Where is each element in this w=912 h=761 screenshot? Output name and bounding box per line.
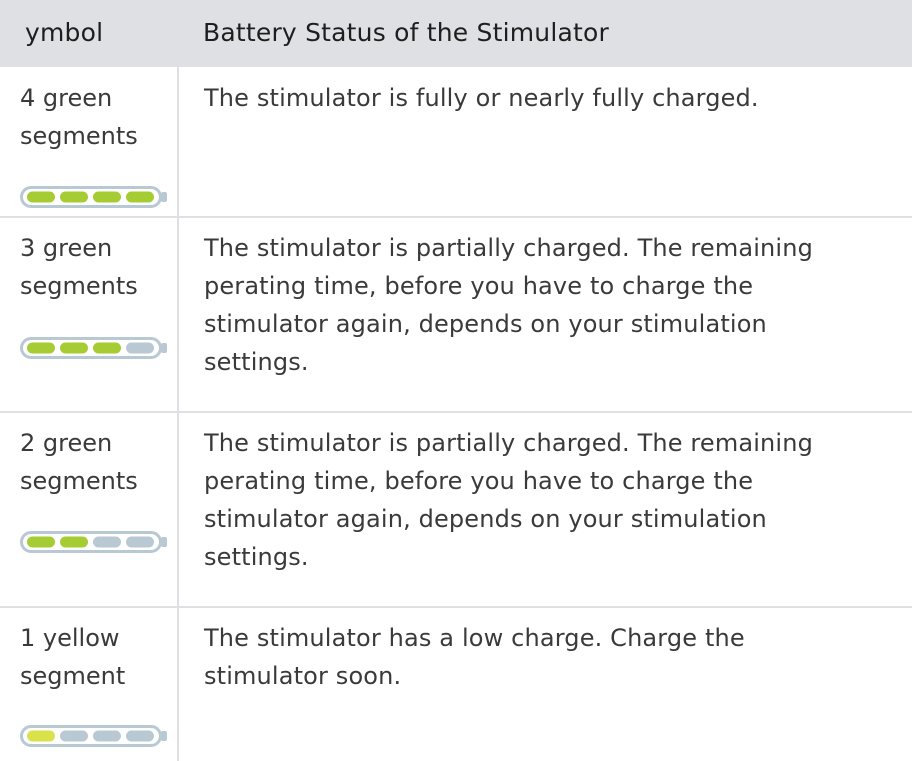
status-description: The stimulator is fully or nearly fully … bbox=[204, 84, 759, 112]
battery-segment-yellow bbox=[27, 730, 55, 742]
status-description: The stimulator is partially charged. The… bbox=[204, 234, 813, 376]
battery-terminal bbox=[161, 731, 167, 741]
battery-segment-green bbox=[126, 191, 154, 203]
battery-status-table: ymbol Battery Status of the Stimulator 4… bbox=[0, 0, 912, 761]
table-row: 1 yellow segment The stimulator has a lo… bbox=[0, 607, 912, 761]
battery-segment-green bbox=[27, 342, 55, 354]
battery-segment-green bbox=[60, 191, 88, 203]
header-battery-status: Battery Status of the Stimulator bbox=[203, 18, 609, 47]
battery-3-green-icon bbox=[20, 337, 167, 359]
battery-segment-empty bbox=[60, 730, 88, 742]
table-row: 3 green segments The stimulator is parti… bbox=[0, 217, 912, 412]
battery-terminal bbox=[161, 192, 167, 202]
header-symbol: ymbol bbox=[25, 18, 104, 47]
symbol-label: 1 yellow segment bbox=[20, 624, 126, 690]
battery-terminal bbox=[161, 343, 167, 353]
symbol-label: 4 green segments bbox=[20, 84, 138, 150]
symbol-label: 3 green segments bbox=[20, 234, 138, 300]
status-description: The stimulator is partially charged. The… bbox=[204, 429, 813, 571]
battery-segment-green bbox=[93, 191, 121, 203]
battery-segment-empty bbox=[126, 536, 154, 548]
battery-segment-green bbox=[60, 536, 88, 548]
status-description: The stimulator has a low charge. Charge … bbox=[204, 624, 745, 690]
battery-2-green-icon bbox=[20, 531, 167, 553]
symbol-label: 2 green segments bbox=[20, 429, 138, 495]
battery-terminal bbox=[161, 537, 167, 547]
battery-segment-green bbox=[27, 536, 55, 548]
battery-1-yellow-icon bbox=[20, 725, 167, 747]
battery-4-green-icon bbox=[20, 186, 167, 208]
table-header: ymbol Battery Status of the Stimulator bbox=[0, 0, 912, 67]
battery-segment-green bbox=[27, 191, 55, 203]
battery-segment-empty bbox=[93, 730, 121, 742]
battery-segment-green bbox=[93, 342, 121, 354]
table-row: 4 green segments The stimulator is fully… bbox=[0, 67, 912, 217]
battery-segment-empty bbox=[126, 730, 154, 742]
battery-segment-green bbox=[60, 342, 88, 354]
battery-segment-empty bbox=[93, 536, 121, 548]
battery-segment-empty bbox=[126, 342, 154, 354]
table-row: 2 green segments The stimulator is parti… bbox=[0, 412, 912, 607]
